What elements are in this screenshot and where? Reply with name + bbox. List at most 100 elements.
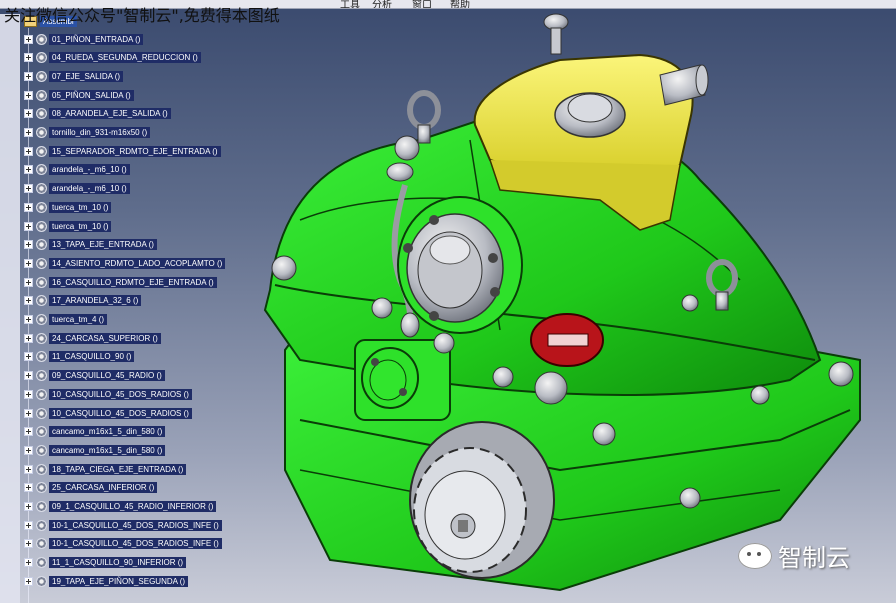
part-icon: [36, 89, 47, 101]
tree-item[interactable]: 13_TAPA_EJE_ENTRADA (): [24, 238, 157, 252]
expand-icon[interactable]: [24, 502, 33, 511]
tree-item[interactable]: 05_PIÑON_SALIDA (): [24, 88, 134, 102]
tree-item[interactable]: arandela_-_m6_10 (): [24, 182, 130, 196]
expand-icon[interactable]: [24, 389, 33, 399]
tree-item[interactable]: 07_EJE_SALIDA (): [24, 69, 124, 83]
expand-icon[interactable]: [24, 258, 33, 268]
expand-icon[interactable]: [24, 128, 33, 137]
tree-item[interactable]: tornillo_din_931-m16x50 (): [24, 126, 151, 140]
part-icon: [36, 575, 47, 587]
tree-item[interactable]: tuerca_tm_10 (): [24, 200, 112, 214]
part-icon: [36, 388, 47, 400]
tree-item[interactable]: 09_1_CASQUILLO_45_RADIO_INFERIOR (): [24, 500, 217, 514]
expand-icon[interactable]: [24, 71, 33, 81]
tree-item-label: 14_ASIENTO_RDMTO_LADO_ACOPLAMTO (): [49, 257, 226, 269]
expand-icon[interactable]: [24, 539, 33, 549]
expand-icon[interactable]: [24, 202, 33, 212]
expand-icon[interactable]: [24, 165, 33, 175]
expand-icon[interactable]: [24, 221, 33, 231]
expand-icon[interactable]: [24, 296, 33, 306]
tree-item-label: tuerca_tm_4 (): [49, 314, 108, 325]
expand-icon[interactable]: [24, 352, 33, 362]
tree-item[interactable]: 10_CASQUILLO_45_DOS_RADIOS (): [24, 387, 192, 401]
tree-item[interactable]: tuerca_tm_4 (): [24, 313, 108, 327]
tree-item[interactable]: 10_CASQUILLO_45_DOS_RADIOS (): [24, 406, 192, 420]
tree-item[interactable]: 10-1_CASQUILLO_45_DOS_RADIOS_INFE (): [24, 518, 222, 532]
tree-item[interactable]: 10-1_CASQUILLO_45_DOS_RADIOS_INFE (): [24, 537, 222, 551]
tree-item-label: cancamo_m16x1_5_din_580 (): [49, 444, 166, 456]
part-icon: [36, 519, 47, 531]
expand-icon[interactable]: [24, 520, 33, 530]
part-icon: [36, 164, 47, 176]
part-icon: [36, 239, 47, 251]
tree-item-label: tornillo_din_931-m16x50 (): [49, 127, 151, 138]
tree-item[interactable]: arandela_-_m6_10 (): [24, 163, 130, 177]
tree-item[interactable]: 04_RUEDA_SEGUNDA_REDUCCION (): [24, 51, 201, 65]
expand-icon[interactable]: [24, 558, 33, 568]
tree-item-label: 11_1_CASQUILLO_90_INFERIOR (): [49, 557, 187, 569]
tree-item-label: tuerca_tm_10 (): [49, 220, 112, 232]
specification-tree[interactable]: Assembl 01_PIÑON_ENTRADA () 04_RUEDA_SEGU…: [0, 14, 240, 603]
tree-item[interactable]: 17_ARANDELA_32_6 (): [24, 294, 142, 308]
part-icon: [36, 201, 47, 213]
tree-item[interactable]: 09_CASQUILLO_45_RADIO (): [24, 369, 165, 383]
tree-item[interactable]: 11_CASQUILLO_90 (): [24, 350, 135, 364]
tree-item[interactable]: cancamo_m16x1_5_din_580 (): [24, 443, 166, 457]
tree-item-label: cancamo_m16x1_5_din_580 (): [49, 426, 166, 438]
tree-item[interactable]: 19_TAPA_EJE_PIÑON_SEGUNDA (): [24, 574, 189, 588]
expand-icon[interactable]: [24, 483, 33, 493]
pipe-fitting: [400, 312, 420, 338]
part-icon: [36, 314, 47, 325]
tree-item[interactable]: cancamo_m16x1_5_din_580 (): [24, 425, 166, 439]
tree-item-label: 19_TAPA_EJE_PIÑON_SEGUNDA (): [49, 575, 189, 587]
part-icon: [36, 220, 47, 232]
tree-item[interactable]: 14_ASIENTO_RDMTO_LADO_ACOPLAMTO (): [24, 256, 226, 270]
tree-item-label: 10-1_CASQUILLO_45_DOS_RADIOS_INFE (): [49, 538, 222, 550]
expand-icon[interactable]: [24, 34, 33, 44]
tree-item[interactable]: 08_ARANDELA_EJE_SALIDA (): [24, 107, 171, 121]
tree-item[interactable]: 24_CARCASA_SUPERIOR (): [24, 331, 161, 345]
part-icon: [36, 257, 47, 269]
tree-item[interactable]: 16_CASQUILLO_RDMTO_EJE_ENTRADA (): [24, 275, 217, 289]
expand-icon[interactable]: [24, 576, 33, 586]
tree-item-label: 24_CARCASA_SUPERIOR (): [49, 332, 161, 344]
part-icon: [36, 370, 47, 382]
tree-item-label: 18_TAPA_CIEGA_EJE_ENTRADA (): [49, 463, 187, 475]
tree-item[interactable]: 25_CARCASA_INFERIOR (): [24, 481, 158, 495]
tree-item-label: 05_PIÑON_SALIDA (): [49, 89, 134, 101]
tree-item[interactable]: 18_TAPA_CIEGA_EJE_ENTRADA (): [24, 462, 187, 476]
expand-icon[interactable]: [24, 146, 33, 156]
tree-item-label: 17_ARANDELA_32_6 (): [49, 295, 142, 307]
tree-item-label: 16_CASQUILLO_RDMTO_EJE_ENTRADA (): [49, 276, 217, 288]
tree-item[interactable]: tuerca_tm_10 (): [24, 219, 112, 233]
part-icon: [36, 183, 47, 195]
expand-icon[interactable]: [24, 315, 33, 324]
expand-icon[interactable]: [24, 427, 33, 437]
tree-item[interactable]: 11_1_CASQUILLO_90_INFERIOR (): [24, 556, 187, 570]
expand-icon[interactable]: [24, 90, 33, 100]
bearing-cover-upper: [397, 196, 523, 334]
tree-item-label: 15_SEPARADOR_RDMTO_EJE_ENTRADA (): [49, 145, 221, 157]
part-icon: [36, 276, 47, 288]
expand-icon[interactable]: [24, 408, 33, 418]
watermark-text: 关注微信公众号"智制云",免费得本图纸: [4, 6, 280, 25]
tree-item[interactable]: 01_PIÑON_ENTRADA (): [24, 32, 144, 46]
expand-icon[interactable]: [24, 109, 33, 119]
part-icon: [36, 145, 47, 157]
expand-icon[interactable]: [24, 53, 33, 63]
expand-icon[interactable]: [24, 240, 33, 250]
part-icon: [36, 332, 47, 344]
expand-icon[interactable]: [24, 277, 33, 287]
part-icon: [36, 426, 47, 438]
part-icon: [36, 444, 47, 456]
tree-item-label: 10_CASQUILLO_45_DOS_RADIOS (): [49, 407, 192, 419]
expand-icon[interactable]: [24, 371, 33, 381]
tree-item[interactable]: 15_SEPARADOR_RDMTO_EJE_ENTRADA (): [24, 144, 221, 158]
tree-item-label: 25_CARCASA_INFERIOR (): [49, 482, 158, 494]
tree-gutter: [0, 14, 20, 603]
expand-icon[interactable]: [24, 445, 33, 455]
expand-icon[interactable]: [24, 184, 33, 194]
expand-icon[interactable]: [24, 464, 33, 474]
expand-icon[interactable]: [24, 333, 33, 343]
part-icon: [36, 557, 47, 569]
